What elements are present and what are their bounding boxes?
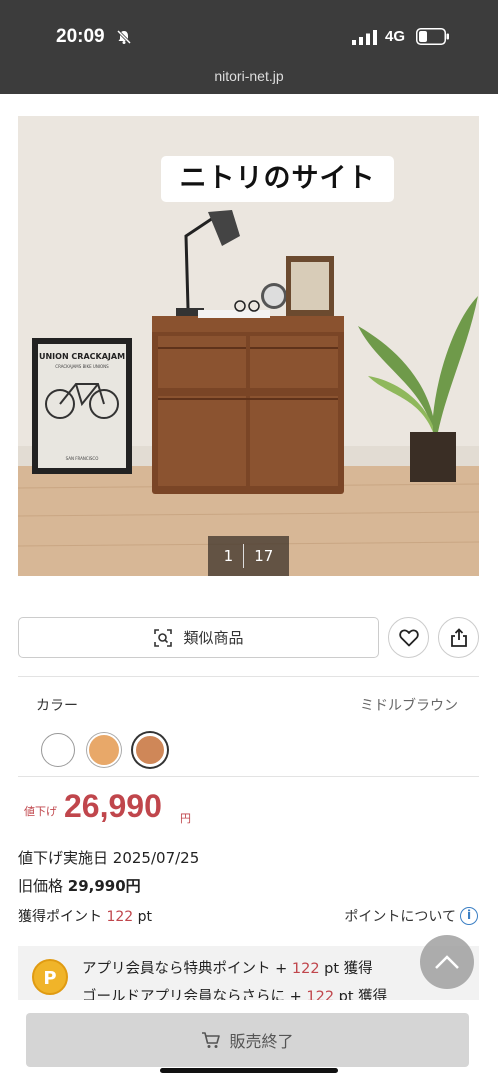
network-type: 4G	[385, 28, 406, 45]
old-price: 旧価格 29,990円	[18, 875, 141, 896]
status-bar: 20:09 4G nitori-net.jp	[0, 0, 498, 94]
url-bar[interactable]: nitori-net.jp	[0, 68, 498, 84]
visual-search-icon	[154, 628, 173, 647]
price-reduced-date: 値下げ実施日 2025/07/25	[18, 847, 199, 868]
app-line1-value: 122	[291, 961, 320, 977]
current-image-number: 1	[223, 547, 234, 565]
old-price-value: 29,990円	[67, 877, 141, 895]
points-value: 122	[106, 909, 134, 925]
app-member-points-line: アプリ会員なら特典ポイント + 122 pt 獲得	[82, 957, 373, 978]
points-about-label: ポイントについて	[344, 909, 456, 925]
reduced-date-value: 2025/07/25	[112, 849, 200, 867]
gold-member-points-line: ゴールドアプリ会員ならさらに + 122 pt 獲得	[82, 985, 387, 1000]
product-image-gallery[interactable]: UNION CRACKAJAM CRACKAJAMS BIKE UNIONS S…	[18, 116, 479, 576]
silent-bell-icon	[116, 29, 132, 45]
color-swatch-light-brown[interactable]	[87, 733, 121, 767]
info-icon: i	[460, 907, 478, 925]
favorite-button[interactable]	[388, 617, 429, 658]
old-price-label: 旧価格	[18, 877, 64, 895]
signal-icon	[352, 30, 377, 45]
similar-products-label: 類似商品	[183, 629, 244, 647]
selected-color-name: ミドルブラウン	[360, 698, 458, 714]
points-unit: pt	[137, 909, 153, 925]
sale-tag: 値下げ	[24, 805, 57, 818]
points-label: 獲得ポイント	[18, 909, 102, 925]
app-line1-suffix: pt 獲得	[319, 961, 373, 977]
sold-out-label: 販売終了	[229, 1032, 294, 1051]
divider	[18, 776, 479, 777]
app-line1-prefix: アプリ会員なら特典ポイント +	[82, 961, 292, 977]
app-line2-value: 122	[306, 989, 335, 1000]
poster-footer: SAN FRANCISCO	[66, 456, 99, 461]
counter-divider	[243, 544, 245, 568]
share-button[interactable]	[438, 617, 479, 658]
app-line2-prefix: ゴールドアプリ会員ならさらに +	[82, 989, 307, 1000]
color-label: カラー	[36, 698, 78, 714]
home-indicator	[160, 1068, 338, 1073]
current-price: 26,990	[64, 788, 162, 824]
similar-products-button[interactable]: 類似商品	[18, 617, 379, 658]
color-swatch-white[interactable]	[41, 733, 75, 767]
currency-label: 円	[180, 812, 191, 825]
earned-points: 獲得ポイント 122 pt	[18, 906, 152, 926]
image-counter: 1 17	[208, 536, 289, 576]
app-member-points-box: P アプリ会員なら特典ポイント + 122 pt 獲得 ゴールドアプリ会員ならさ…	[18, 946, 479, 1000]
battery-icon	[416, 28, 449, 45]
reduced-date-label: 値下げ実施日	[18, 849, 109, 867]
points-about-link[interactable]: ポイントについて i	[344, 906, 478, 926]
sold-out-button[interactable]: 販売終了	[26, 1013, 469, 1067]
overlay-title: ニトリのサイト	[161, 156, 394, 202]
poster-title: UNION CRACKAJAM	[39, 352, 125, 361]
heart-icon	[398, 628, 419, 646]
chevron-up-icon	[435, 955, 459, 969]
share-icon	[450, 627, 467, 647]
color-swatch-middle-brown[interactable]	[133, 733, 167, 767]
clock: 20:09	[56, 26, 105, 47]
cart-icon	[202, 1032, 221, 1048]
divider	[18, 676, 479, 677]
app-line2-suffix: pt 獲得	[334, 989, 388, 1000]
total-image-count: 17	[254, 547, 274, 565]
scroll-to-top-button[interactable]	[420, 935, 474, 989]
point-coin-icon: P	[32, 959, 68, 995]
poster-subtitle: CRACKAJAMS BIKE UNIONS	[55, 364, 109, 369]
